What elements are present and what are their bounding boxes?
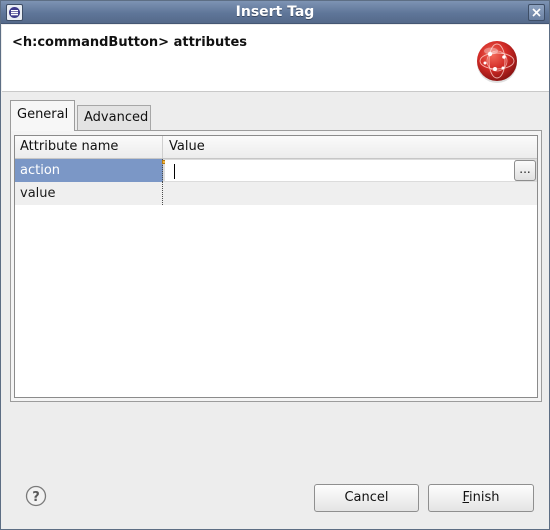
value-input[interactable] xyxy=(165,160,515,181)
close-button[interactable] xyxy=(528,4,545,21)
table-row[interactable]: value xyxy=(15,182,537,205)
column-header-value[interactable]: Value xyxy=(164,136,537,158)
column-header-attribute-name[interactable]: Attribute name xyxy=(15,136,163,158)
window-title: Insert Tag xyxy=(235,4,315,20)
dialog-header: <h:commandButton> attributes xyxy=(2,25,549,92)
text-caret xyxy=(174,164,175,179)
help-icon[interactable]: ? xyxy=(25,485,47,507)
close-icon xyxy=(532,8,541,17)
jboss-red-ball-icon xyxy=(477,41,517,83)
finish-button[interactable]: Finish xyxy=(428,484,534,512)
dialog-footer: ? Cancel Finish xyxy=(1,406,549,526)
dialog-heading: <h:commandButton> attributes xyxy=(12,35,248,50)
attribute-name-cell[interactable]: value xyxy=(15,182,163,205)
attribute-name-cell[interactable]: action xyxy=(15,159,163,182)
general-tab-panel: Attribute name Value action ... value xyxy=(10,130,542,402)
finish-label-rest: inish xyxy=(469,490,500,505)
table-row[interactable]: action ... xyxy=(15,159,537,182)
browse-button[interactable]: ... xyxy=(514,160,536,181)
attributes-table: Attribute name Value action ... value xyxy=(14,135,538,398)
cancel-button[interactable]: Cancel xyxy=(314,484,419,512)
svg-text:?: ? xyxy=(32,490,40,505)
title-bar[interactable]: Insert Tag xyxy=(1,1,549,24)
tab-advanced[interactable]: Advanced xyxy=(77,105,151,131)
tab-general[interactable]: General xyxy=(10,100,75,131)
table-header: Attribute name Value xyxy=(15,136,537,159)
insert-tag-dialog: Insert Tag <h:commandButton> attributes xyxy=(0,0,550,530)
